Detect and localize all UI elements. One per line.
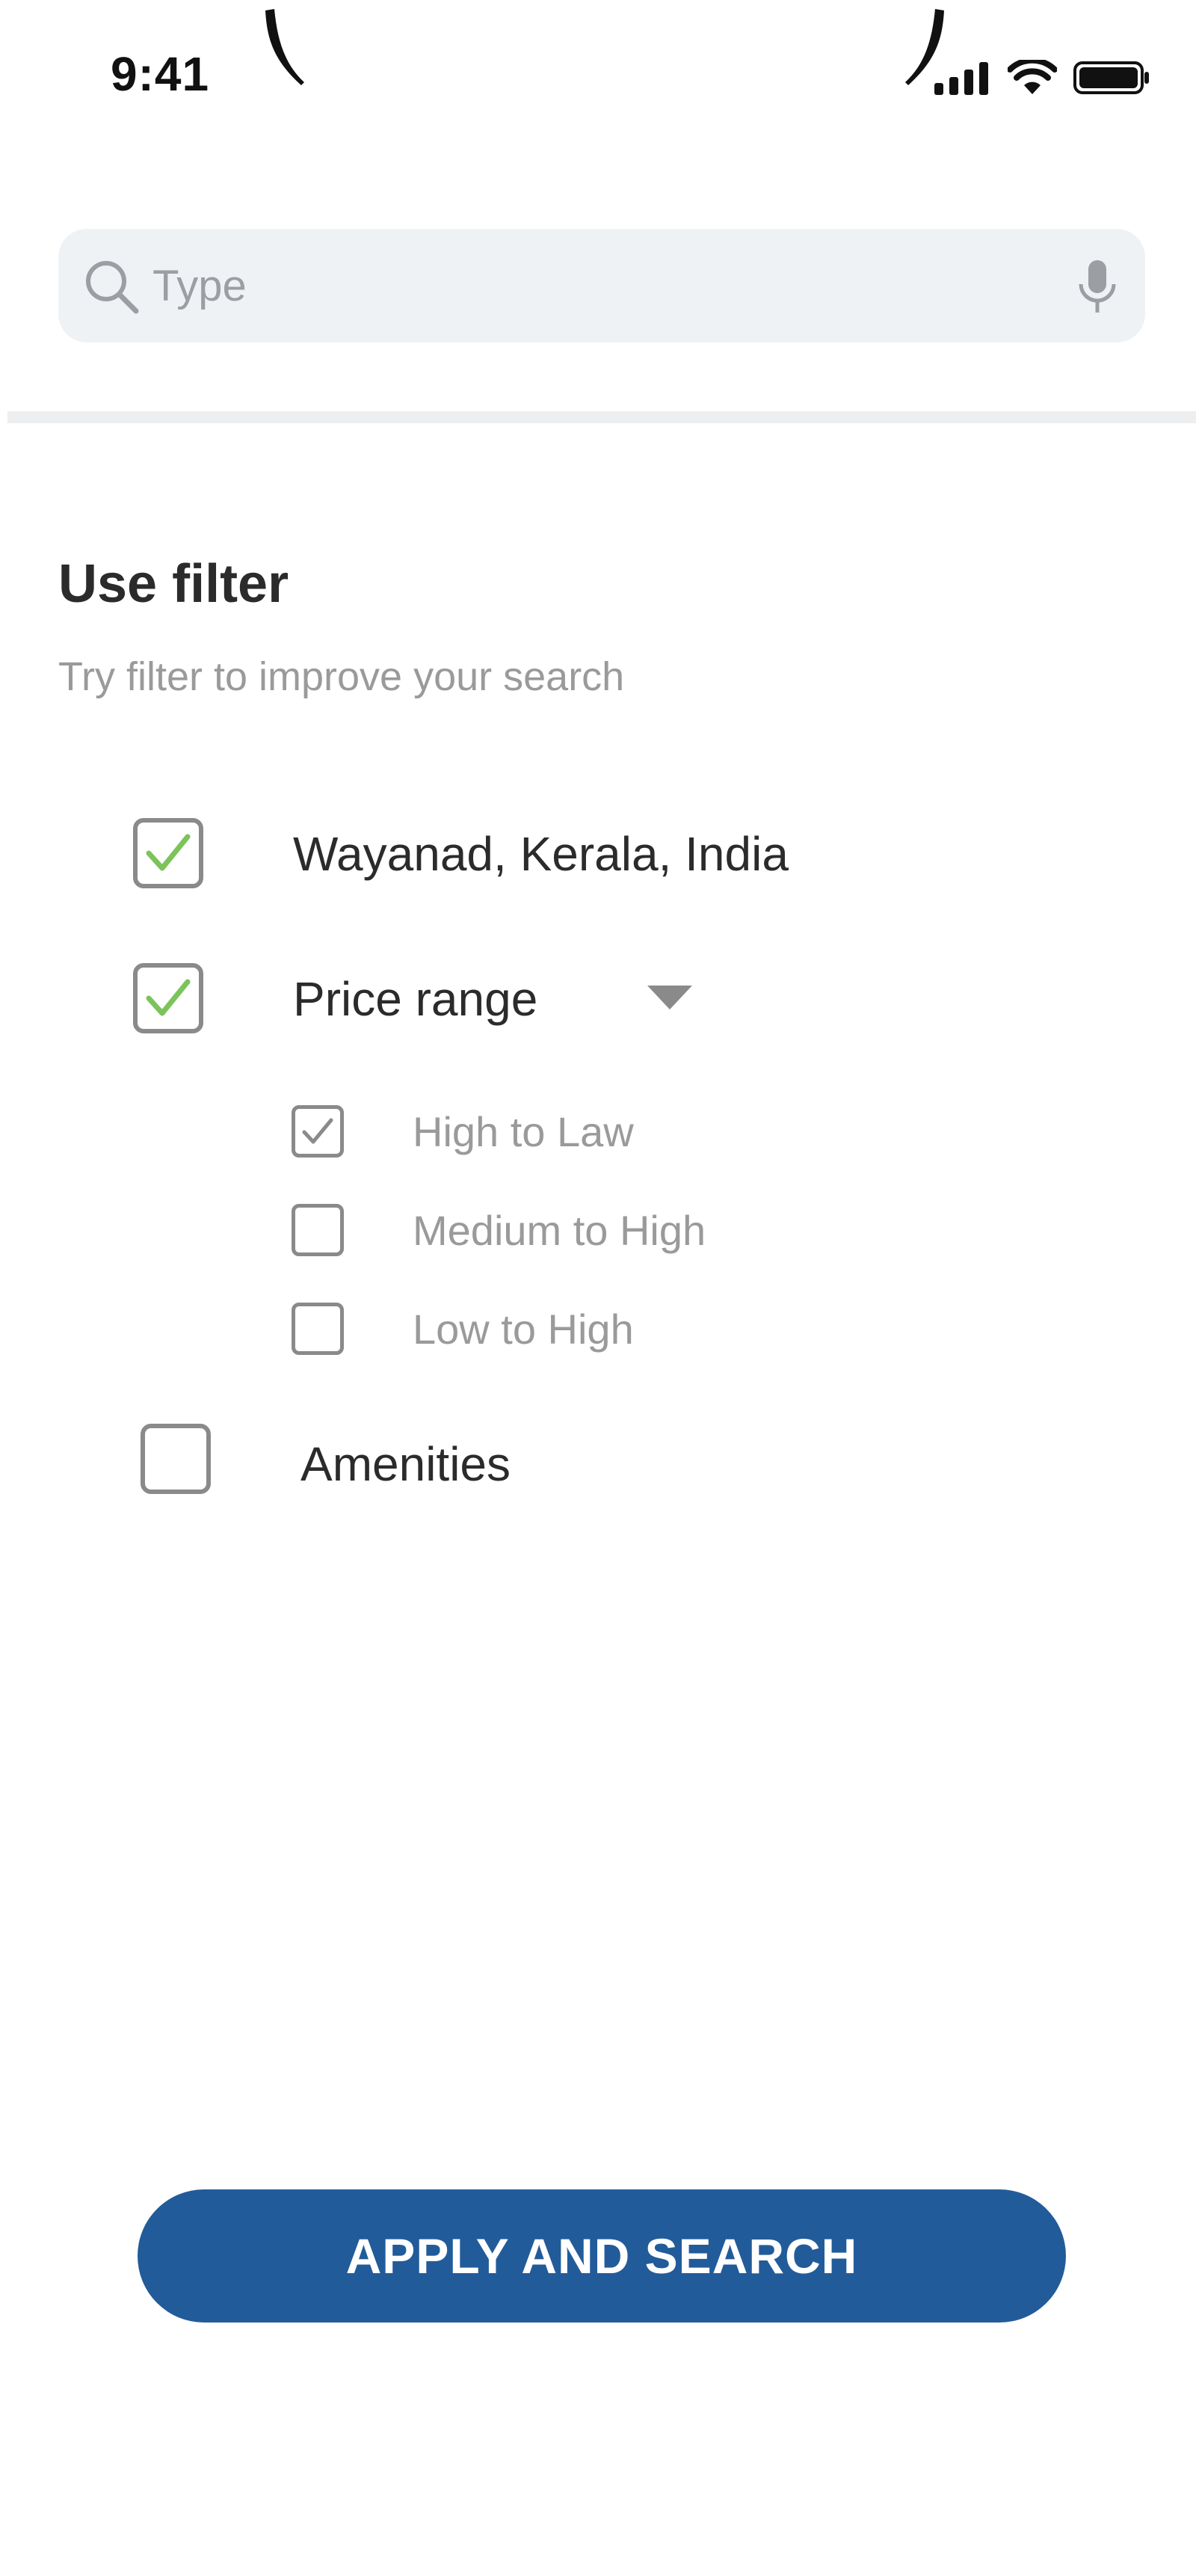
microphone-icon[interactable] [1076,259,1118,316]
medium-to-high-label[interactable]: Medium to High [413,1210,706,1252]
status-icons [934,60,1151,96]
high-to-low-checkbox[interactable] [292,1105,344,1158]
section-divider [7,411,1196,423]
low-to-high-label[interactable]: Low to High [413,1309,634,1350]
medium-to-high-checkbox[interactable] [292,1204,344,1256]
checkmark-icon [146,834,191,871]
battery-icon [1073,61,1149,94]
location-checkbox[interactable] [133,818,203,888]
search-input[interactable] [152,247,1049,325]
filter-subtitle: Try filter to improve your search [58,654,625,699]
checkmark-icon [302,1118,333,1144]
price-range-label[interactable]: Price range [293,975,537,1023]
signal-icon [934,62,988,95]
dropdown-caret-icon[interactable] [647,986,692,1009]
price-range-checkbox[interactable] [133,963,203,1033]
wifi-icon [1008,60,1057,94]
status-time: 9:41 [111,47,210,101]
notch-curve-left [265,9,304,85]
search-icon [86,261,139,314]
checkmark-icon [146,979,191,1016]
bottom-safe-area [0,2546,1196,2576]
search-bar[interactable] [58,229,1145,342]
amenities-label[interactable]: Amenities [300,1440,511,1488]
high-to-low-label[interactable]: High to Law [413,1111,634,1153]
filter-title: Use filter [58,554,289,614]
low-to-high-checkbox[interactable] [292,1303,344,1355]
apply-and-search-button[interactable]: APPLY AND SEARCH [138,2189,1066,2323]
amenities-checkbox[interactable] [141,1424,211,1494]
location-label[interactable]: Wayanad, Kerala, India [293,830,789,878]
status-bar: 9:41 [0,0,1196,157]
